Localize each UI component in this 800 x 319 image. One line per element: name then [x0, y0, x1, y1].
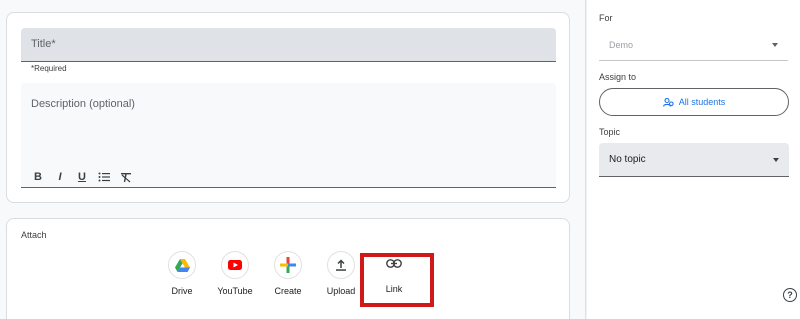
bold-button[interactable]: B: [27, 169, 49, 185]
topic-label: Topic: [599, 127, 621, 137]
caret-down-icon: [772, 43, 778, 47]
description-input[interactable]: Description (optional) B I U: [21, 83, 556, 188]
youtube-icon: [228, 260, 242, 270]
assignment-editor-card: Title* *Required Description (optional) …: [6, 12, 570, 203]
format-toolbar: B I U: [27, 169, 137, 185]
help-icon[interactable]: ?: [783, 288, 797, 302]
description-placeholder: Description (optional): [31, 98, 135, 110]
clear-format-icon: [121, 172, 131, 182]
italic-button[interactable]: I: [49, 169, 71, 185]
link-highlight-box: [360, 253, 434, 307]
people-icon: [662, 97, 674, 107]
main-panel: Title* *Required Description (optional) …: [0, 0, 586, 319]
underline-button[interactable]: U: [71, 169, 93, 185]
attach-create-label: Create: [274, 286, 302, 296]
bulleted-list-icon: [98, 172, 110, 182]
settings-sidebar: For Demo Assign to All students Topic No…: [587, 0, 800, 319]
required-note: *Required: [31, 64, 67, 73]
drive-icon: [174, 258, 190, 272]
title-input[interactable]: Title*: [21, 28, 556, 62]
attach-upload-button[interactable]: Upload: [317, 251, 365, 296]
attach-create-button[interactable]: Create: [264, 251, 312, 296]
attach-youtube-label: YouTube: [217, 286, 253, 296]
attach-label: Attach: [21, 230, 47, 240]
bulleted-list-button[interactable]: [93, 169, 115, 185]
upload-icon: [336, 259, 346, 271]
attach-drive-button[interactable]: Drive: [158, 251, 206, 296]
attach-upload-label: Upload: [326, 286, 356, 296]
clear-format-button[interactable]: [115, 169, 137, 185]
assign-students-label: All students: [678, 97, 726, 107]
topic-value: No topic: [609, 154, 646, 165]
attach-youtube-button[interactable]: YouTube: [211, 251, 259, 296]
attach-card: Attach Drive YouTube Create Upload Link: [6, 218, 570, 319]
topic-select[interactable]: No topic: [599, 143, 789, 177]
assign-to-label: Assign to: [599, 72, 637, 82]
attach-drive-label: Drive: [171, 286, 193, 296]
for-select[interactable]: Demo: [599, 29, 788, 61]
caret-down-icon: [773, 158, 779, 162]
plus-icon: [280, 257, 296, 273]
title-placeholder: Title*: [31, 38, 56, 50]
for-label: For: [599, 13, 613, 23]
for-value: Demo: [609, 40, 634, 50]
assign-students-button[interactable]: All students: [599, 88, 789, 116]
